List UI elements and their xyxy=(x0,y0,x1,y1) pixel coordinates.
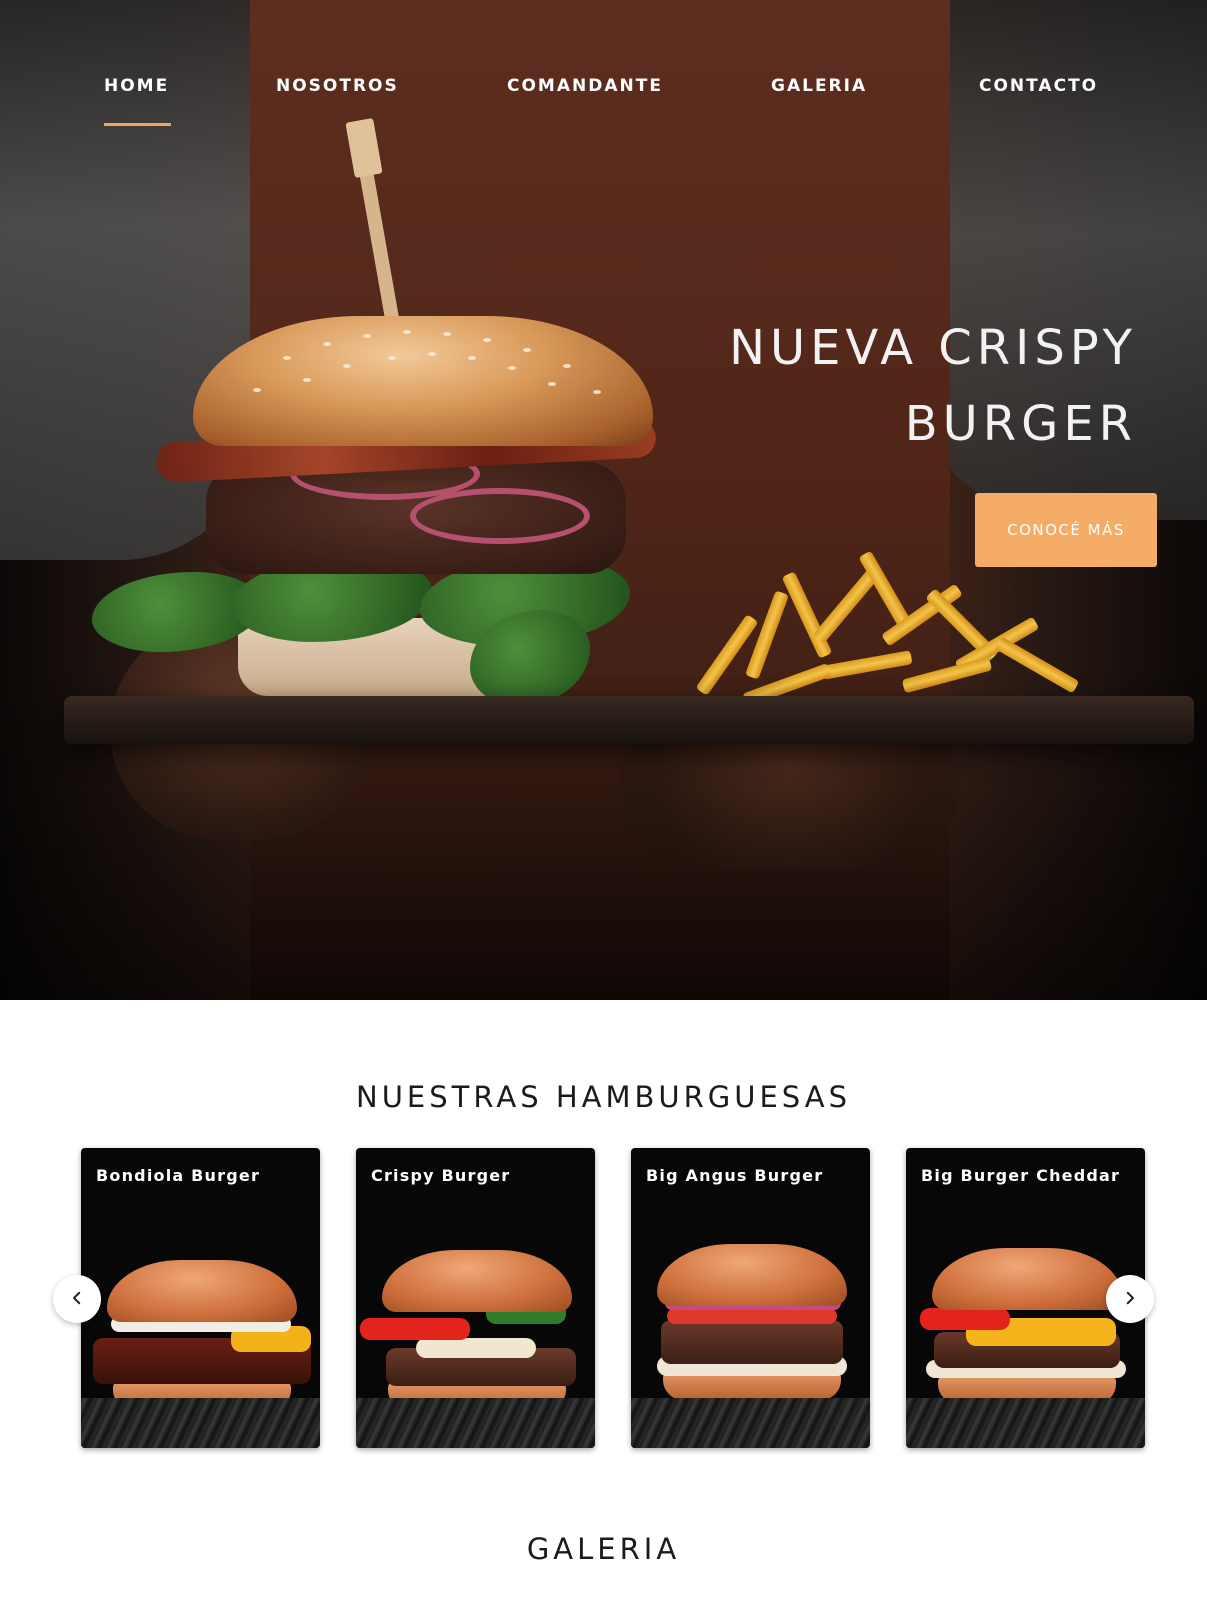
card-ground xyxy=(356,1398,595,1448)
card-ground xyxy=(631,1398,870,1448)
chevron-left-icon xyxy=(68,1289,86,1310)
card-ground xyxy=(906,1398,1145,1448)
hero-title-line1: NUEVA CRISPY xyxy=(729,320,1137,376)
card-patty xyxy=(661,1320,843,1364)
burger-card-title: Crispy Burger xyxy=(371,1166,511,1185)
hero-title: NUEVA CRISPY BURGER xyxy=(577,310,1137,462)
card-cheese xyxy=(416,1338,536,1358)
card-bun-top xyxy=(107,1260,297,1322)
burger-card-title: Big Burger Cheddar xyxy=(921,1166,1121,1185)
burger-card[interactable]: Big Angus Burger xyxy=(631,1148,870,1448)
hero-title-line2: BURGER xyxy=(904,396,1137,452)
hero-section: HOME NOSOTROS COMANDANTE GALERIA CONTACT… xyxy=(0,0,1207,1000)
nav-comandante[interactable]: COMANDANTE xyxy=(507,76,663,96)
carousel-next-button[interactable] xyxy=(1106,1275,1154,1323)
burger-card-title: Bondiola Burger xyxy=(96,1166,261,1185)
card-tomato xyxy=(920,1308,1010,1330)
card-bun-top xyxy=(382,1250,572,1312)
gallery-heading: GALERIA xyxy=(526,1532,681,1566)
card-tomato xyxy=(360,1318,470,1340)
burger-card-title: Big Angus Burger xyxy=(646,1166,824,1185)
conoce-mas-button[interactable]: CONOCÉ MÁS xyxy=(975,493,1157,567)
nav-home[interactable]: HOME xyxy=(104,76,169,96)
nav-galeria[interactable]: GALERIA xyxy=(771,76,867,96)
carousel-prev-button[interactable] xyxy=(53,1275,101,1323)
nav-contacto[interactable]: CONTACTO xyxy=(979,76,1098,96)
burger-card[interactable]: Crispy Burger xyxy=(356,1148,595,1448)
burgers-heading: NUESTRAS HAMBURGUESAS xyxy=(356,1080,851,1114)
card-bun-top xyxy=(657,1244,847,1306)
card-bun-top xyxy=(932,1248,1122,1310)
nav-nosotros[interactable]: NOSOTROS xyxy=(276,76,399,96)
burger-onion xyxy=(410,488,590,544)
card-ground xyxy=(81,1398,320,1448)
burger-card[interactable]: Bondiola Burger xyxy=(81,1148,320,1448)
nav-active-indicator xyxy=(104,123,171,126)
hero-bottom-shade xyxy=(0,680,1207,1000)
main-nav: HOME NOSOTROS COMANDANTE GALERIA CONTACT… xyxy=(0,0,1207,140)
chevron-right-icon xyxy=(1121,1289,1139,1310)
card-tomato xyxy=(667,1308,837,1324)
